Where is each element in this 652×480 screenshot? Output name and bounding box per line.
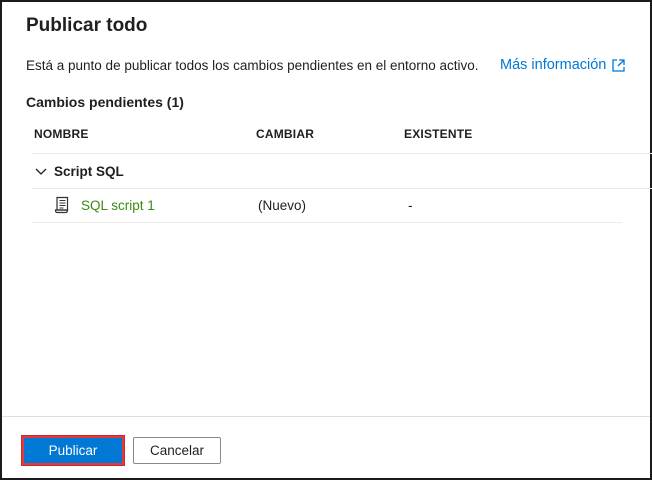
item-name-link[interactable]: SQL script 1 [81, 198, 155, 213]
chevron-down-icon[interactable] [35, 168, 47, 176]
cancel-button[interactable]: Cancelar [133, 437, 221, 464]
pending-changes-grid: NOMBRE CAMBIAR EXISTENTE Script SQL SQL … [32, 116, 652, 223]
more-info-label: Más información [500, 57, 607, 73]
group-row-sql-script[interactable]: Script SQL [32, 155, 652, 189]
table-row[interactable]: SQL script 1 (Nuevo) - [32, 189, 622, 223]
item-change-value: (Nuevo) [258, 198, 307, 213]
dialog-title: Publicar todo [26, 15, 148, 36]
group-label: Script SQL [54, 164, 124, 179]
column-header-name[interactable]: NOMBRE [34, 127, 89, 141]
publish-all-dialog: Publicar todo Está a punto de publicar t… [0, 0, 652, 480]
dialog-description: Está a punto de publicar todos los cambi… [26, 58, 479, 73]
publish-button[interactable]: Publicar [21, 435, 125, 466]
pending-changes-title: Cambios pendientes (1) [26, 94, 184, 110]
open-external-icon [612, 58, 626, 72]
item-existing-value: - [408, 198, 413, 213]
column-header-existing[interactable]: EXISTENTE [404, 127, 472, 141]
more-info-link[interactable]: Más información [500, 57, 626, 73]
grid-header: NOMBRE CAMBIAR EXISTENTE [32, 116, 652, 154]
sql-script-icon [54, 196, 69, 214]
column-header-change[interactable]: CAMBIAR [256, 127, 314, 141]
dialog-footer: Publicar Cancelar [2, 416, 650, 478]
